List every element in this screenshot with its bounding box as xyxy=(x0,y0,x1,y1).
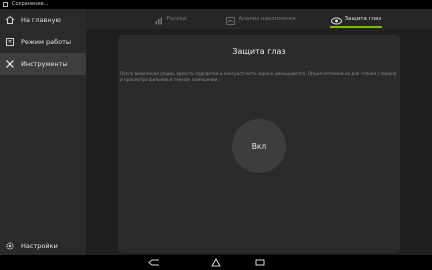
home-icon[interactable] xyxy=(209,257,223,268)
sidebar: На главную Режим работы Инструменты Наст… xyxy=(0,9,86,255)
sidebar-item-home[interactable]: На главную xyxy=(0,9,86,31)
main-content: Защита глаз После включения опции, яркос… xyxy=(86,29,432,255)
save-status-icon xyxy=(3,2,8,7)
eye-protection-panel: Защита глаз После включения опции, яркос… xyxy=(118,35,400,253)
status-text: Сохранение... xyxy=(12,1,49,7)
sidebar-item-label: Настройки xyxy=(21,242,58,250)
system-nav-bar xyxy=(0,255,432,270)
tab-consumption[interactable]: Расход xyxy=(146,9,196,29)
tab-bar: Расход Анализ накопления Защита глаз xyxy=(86,9,432,29)
sidebar-item-mode[interactable]: Режим работы xyxy=(0,31,86,53)
tab-label: Расход xyxy=(166,16,187,22)
description-text: После включения опции, яркость подсветки… xyxy=(120,71,397,82)
sidebar-item-tools[interactable]: Инструменты xyxy=(0,53,86,75)
status-bar: Сохранение... xyxy=(0,0,432,9)
back-icon[interactable] xyxy=(147,257,161,268)
analysis-icon xyxy=(226,10,236,29)
tab-label: Защита глаз xyxy=(344,16,382,22)
tab-analysis[interactable]: Анализ накопления xyxy=(226,9,296,29)
mode-icon xyxy=(5,37,15,47)
sidebar-item-settings[interactable]: Настройки xyxy=(0,235,86,257)
eye-protection-toggle-button[interactable]: Вкл xyxy=(232,119,286,173)
gear-icon xyxy=(5,241,15,251)
tab-label: Анализ накопления xyxy=(238,16,296,22)
sidebar-item-label: На главную xyxy=(21,16,61,24)
home-icon xyxy=(5,15,15,25)
page-title: Защита глаз xyxy=(232,47,286,56)
consumption-icon xyxy=(155,10,163,29)
active-tab-indicator xyxy=(330,26,382,28)
tab-eye-protection[interactable]: Защита глаз xyxy=(330,9,382,29)
sidebar-item-label: Режим работы xyxy=(21,38,71,46)
recents-icon[interactable] xyxy=(253,257,267,268)
sidebar-item-label: Инструменты xyxy=(21,60,68,68)
tools-icon xyxy=(5,59,15,69)
